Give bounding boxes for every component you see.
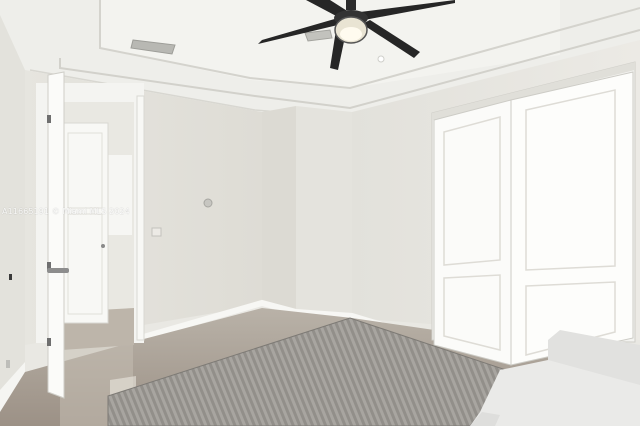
hallway-door [61,122,109,324]
watermark-text: A11665191 © Miami MLS 2024 [2,207,130,216]
thermostat[interactable] [203,198,213,208]
door-handle-icon[interactable] [47,268,69,273]
closet [431,61,636,366]
door-handle-icon [101,244,105,248]
back-wall-center [262,106,296,312]
bedroom-photo: A11665191 © Miami MLS 2024 [0,0,640,426]
recessed-light-icon [377,55,385,63]
light-switch[interactable] [151,227,162,237]
